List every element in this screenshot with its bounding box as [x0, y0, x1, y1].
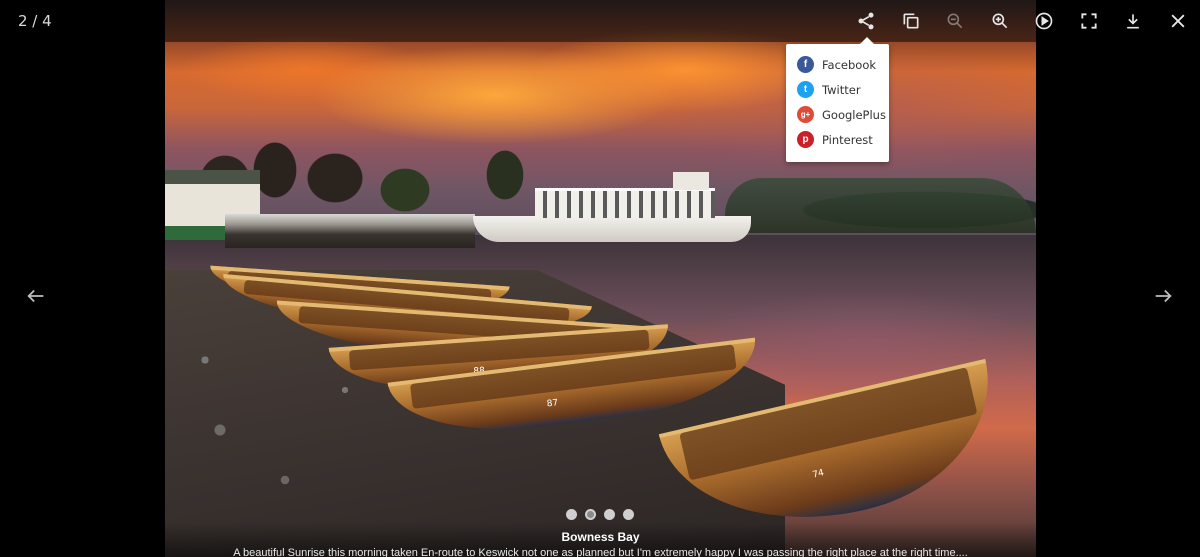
photo-steamer [473, 172, 751, 242]
download-button[interactable] [1111, 0, 1156, 42]
fullscreen-icon [1081, 13, 1097, 29]
share-item-label: Facebook [822, 57, 877, 72]
boat-number: 87 [546, 398, 559, 410]
lightbox-viewer: 88 87 74 2 / 4 [0, 0, 1200, 557]
zoom-in-icon [992, 13, 1008, 29]
twitter-icon: t [797, 81, 814, 98]
download-icon [1127, 14, 1140, 29]
share-facebook[interactable]: f Facebook [786, 52, 889, 77]
share-googleplus[interactable]: g+ GooglePlus [786, 102, 889, 127]
share-item-label: Twitter [822, 82, 861, 97]
pager-dot[interactable] [623, 509, 634, 520]
photo-shore-trees [725, 178, 1036, 233]
facebook-icon: f [797, 56, 814, 73]
play-icon [1035, 12, 1053, 30]
previous-slide-button[interactable] [23, 283, 49, 309]
close-icon [1171, 14, 1185, 28]
share-dropdown: f Facebook t Twitter g+ GooglePlus p Pin… [786, 37, 889, 162]
pinterest-icon: p [797, 131, 814, 148]
fullscreen-button[interactable] [1067, 0, 1112, 42]
share-icon [858, 12, 874, 30]
caption-text: A beautiful Sunrise this morning taken E… [233, 547, 968, 557]
close-button[interactable] [1156, 0, 1200, 42]
lightbox-toolbar [844, 0, 1200, 42]
share-pinterest[interactable]: p Pinterest [786, 127, 889, 152]
caption-title: Bowness Bay [561, 530, 640, 544]
arrow-left-icon [27, 289, 44, 303]
zoom-out-button[interactable] [933, 0, 978, 42]
googleplus-icon: g+ [797, 106, 814, 123]
boat-number: 74 [811, 467, 825, 481]
pager-dot[interactable] [566, 509, 577, 520]
zoom-in-button[interactable] [978, 0, 1023, 42]
autoplay-button[interactable] [1022, 0, 1067, 42]
thumbnails-button[interactable] [889, 0, 934, 42]
next-slide-button[interactable] [1150, 283, 1176, 309]
photo-pier [225, 214, 475, 248]
lightbox-photo: 88 87 74 [165, 0, 1036, 557]
copy-icon [903, 13, 919, 29]
pager-dot-active[interactable] [585, 509, 596, 520]
slide-counter: 2 / 4 [18, 12, 52, 30]
share-item-label: Pinterest [822, 132, 873, 147]
zoom-out-icon [947, 13, 963, 29]
share-button[interactable] [844, 0, 889, 42]
arrow-right-icon [1155, 289, 1172, 303]
slide-pager [566, 509, 634, 520]
share-item-label: GooglePlus [822, 107, 886, 122]
share-twitter[interactable]: t Twitter [786, 77, 889, 102]
pager-dot[interactable] [604, 509, 615, 520]
